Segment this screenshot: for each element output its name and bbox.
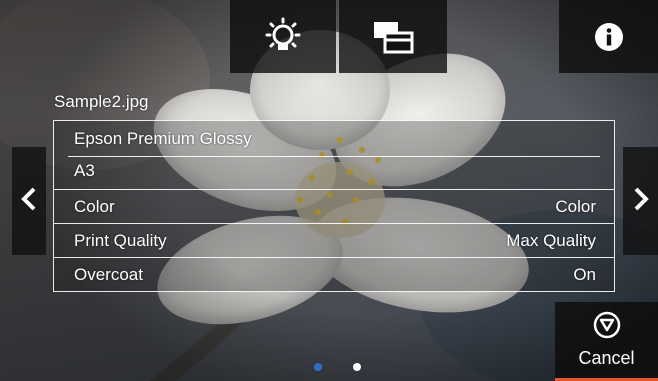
setting-value: Color (555, 197, 596, 216)
setting-label: Overcoat (74, 265, 143, 284)
light-bulb-icon (261, 17, 305, 57)
file-name: Sample2.jpg (54, 92, 149, 111)
divider (54, 189, 614, 190)
setting-row-paper-type[interactable]: Epson Premium Glossy (54, 127, 614, 151)
stop-icon (593, 311, 621, 344)
setting-row-color[interactable]: Color Color (54, 195, 614, 219)
page-dot (353, 363, 361, 371)
setting-row-print-quality[interactable]: Print Quality Max Quality (54, 229, 614, 253)
setting-value: On (573, 265, 596, 284)
setting-label: Color (74, 197, 115, 216)
setting-row-overcoat[interactable]: Overcoat On (54, 263, 614, 287)
layers-icon (371, 19, 415, 55)
info-icon (594, 22, 624, 52)
setting-label: A3 (74, 161, 95, 180)
setting-row-paper-size[interactable]: A3 (54, 159, 614, 183)
chevron-right-icon (633, 186, 649, 217)
print-preview-screen: Sample2.jpg Epson Premium Glossy A3 Colo… (0, 0, 658, 381)
setting-label: Print Quality (74, 231, 167, 250)
page-indicator (0, 363, 658, 373)
info-button[interactable] (559, 0, 658, 73)
previous-button[interactable] (12, 147, 46, 255)
setting-label: Epson Premium Glossy (74, 129, 252, 148)
setting-value: Max Quality (506, 231, 596, 250)
page-dot-active (314, 363, 322, 371)
chevron-left-icon (21, 186, 37, 217)
layers-button[interactable] (339, 0, 447, 73)
print-settings-list[interactable]: Epson Premium Glossy A3 Color Color Prin… (53, 120, 615, 292)
divider (68, 156, 600, 157)
light-toggle-button[interactable] (230, 0, 336, 73)
divider (54, 223, 614, 224)
next-button[interactable] (623, 147, 658, 255)
divider (54, 257, 614, 258)
